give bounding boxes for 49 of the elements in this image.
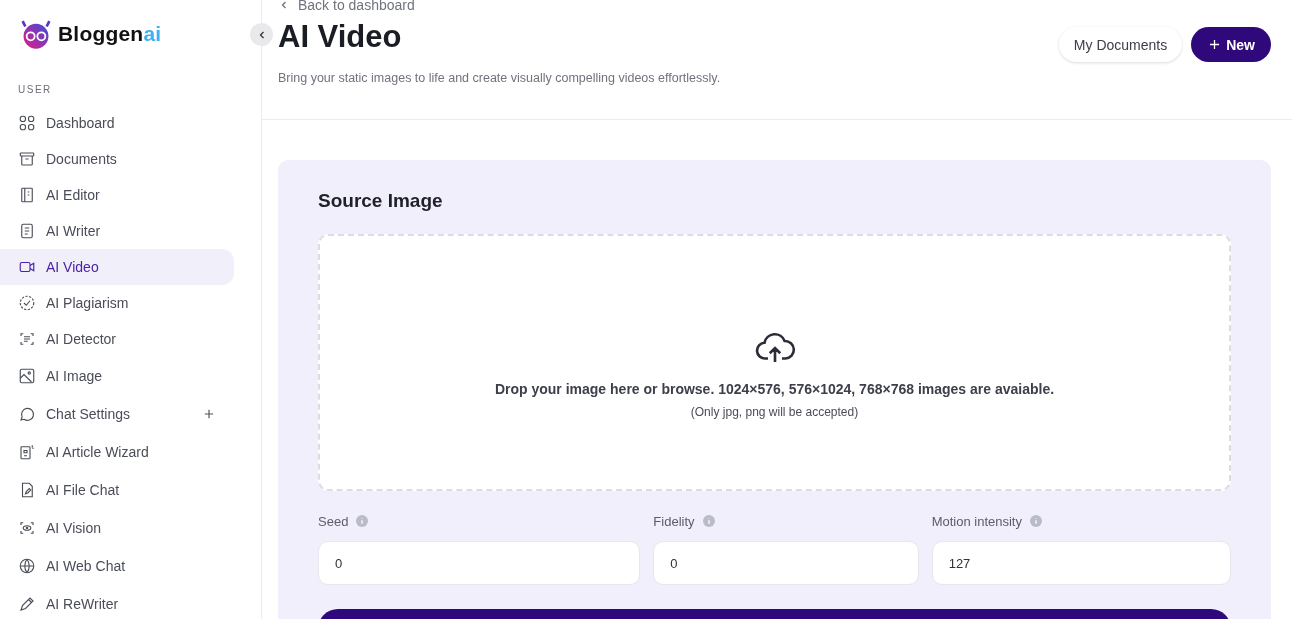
brand-name: Bloggenai [58, 22, 162, 46]
info-icon[interactable] [356, 515, 369, 527]
sidebar-item[interactable]: AI Article Wizard [0, 433, 234, 471]
section-label: USER [18, 84, 53, 96]
page-title: AI Video [278, 19, 403, 55]
sidebar-item[interactable]: AI Web Chat [0, 547, 234, 585]
menu-icon [18, 114, 36, 132]
menu-icon [18, 186, 36, 204]
menu-icon [18, 330, 36, 348]
plus-icon[interactable] [204, 409, 214, 419]
menu-icon [18, 222, 36, 240]
sidebar-item[interactable]: AI Editor [0, 177, 234, 213]
field-label: Fidelity [653, 513, 695, 529]
image-drop-zone[interactable]: Drop your image here or browse. 1024×576, 576×1024, 768×768 images are avaiable. (Only jpg, png will be accepted) [318, 234, 1231, 491]
input-field[interactable]: 0 [653, 541, 919, 585]
logo-icon [20, 18, 52, 50]
sidebar-item[interactable]: AI Video [0, 249, 234, 285]
input-field[interactable]: 0 [318, 541, 641, 585]
info-icon[interactable] [702, 515, 715, 527]
sidebar-item[interactable]: Chat Settings [0, 395, 234, 433]
field-label: Motion intensity [931, 513, 1022, 529]
sidebar-item[interactable]: Documents [0, 141, 234, 177]
input-field[interactable]: 127 [931, 541, 1231, 585]
menu-icon [18, 367, 36, 385]
sidebar-item[interactable]: AI Vision [0, 509, 234, 547]
field-label: Seed [318, 513, 349, 529]
menu-icon [18, 405, 36, 423]
menu-icon [18, 294, 36, 312]
page-subtitle: Bring your static images to life and create visually compelling videos effortlessly. [278, 71, 721, 85]
menu-icon [18, 150, 36, 168]
drop-hint: (Only jpg, png will be accepted) [690, 404, 859, 419]
plus-icon [1209, 39, 1221, 50]
sidebar-item[interactable]: AI Writer [0, 213, 234, 249]
my-documents-button[interactable]: My Documents [1058, 27, 1183, 62]
sidebar-item[interactable]: AI Plagiarism [0, 285, 234, 321]
sidebar-item[interactable]: AI ReWriter [0, 585, 234, 619]
info-icon[interactable] [1030, 515, 1042, 527]
new-button[interactable]: New [1191, 27, 1271, 62]
menu-icon [18, 557, 36, 575]
drop-instructions: Drop your image here or browse. 1024×576, 576×1024, 768×768 images are avaiable. [494, 380, 1055, 397]
sidebar-item[interactable]: AI Detector [0, 321, 234, 357]
sidebar-item[interactable]: Dashboard [0, 105, 234, 141]
section-title: Source Image [318, 190, 444, 212]
menu-icon [18, 443, 36, 461]
back-link[interactable]: Back to dashboard [278, 0, 721, 13]
sidebar-item[interactable]: AI File Chat [0, 471, 234, 509]
menu-icon [18, 595, 36, 613]
sidebar-item[interactable]: AI Image [0, 357, 234, 395]
menu-icon [18, 519, 36, 537]
